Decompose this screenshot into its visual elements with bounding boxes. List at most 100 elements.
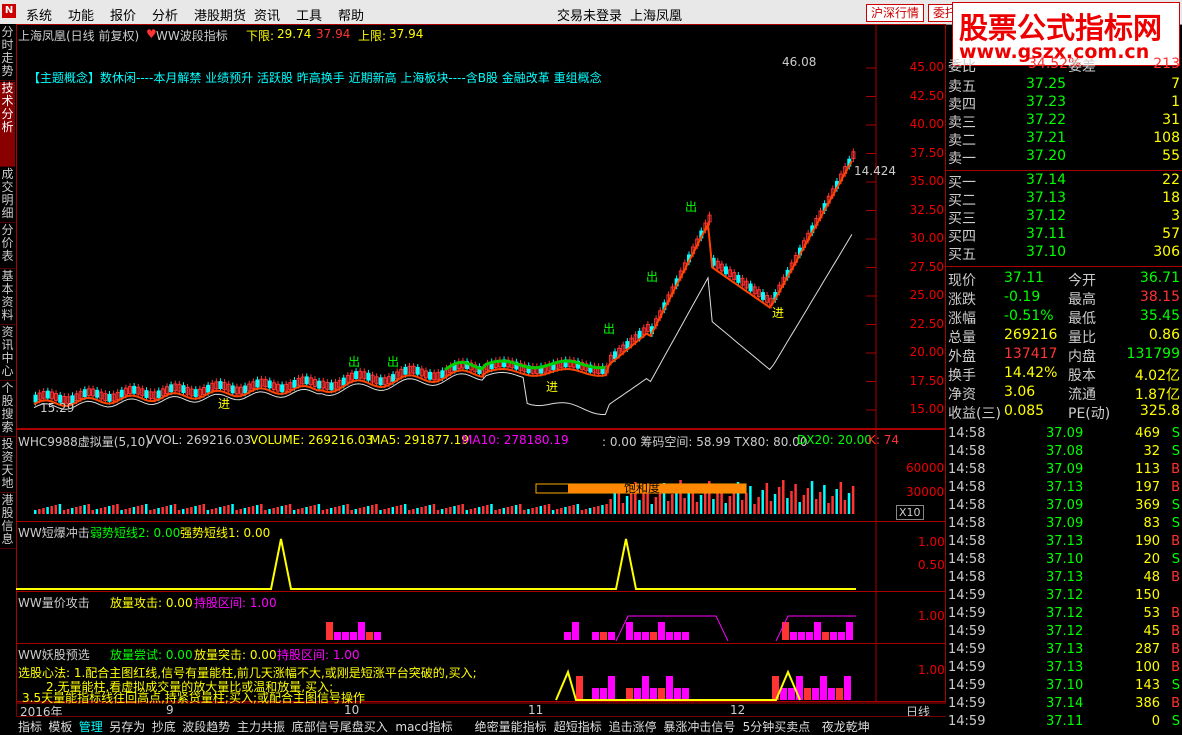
volume-bar bbox=[790, 491, 793, 514]
panel2-axis-1: 1.00 bbox=[918, 535, 945, 549]
volume-bar bbox=[740, 500, 744, 514]
menu-tools[interactable]: 工具 bbox=[296, 5, 322, 24]
tab-price-table[interactable]: 分价表 bbox=[0, 224, 15, 269]
menu-analysis[interactable]: 分析 bbox=[152, 5, 178, 24]
volume-bar bbox=[666, 501, 670, 514]
bottom-tab[interactable]: 追击涨停 bbox=[609, 718, 657, 735]
menu-system[interactable]: 系统 bbox=[26, 5, 52, 24]
volume-bar bbox=[366, 506, 370, 514]
panel3-bar bbox=[846, 622, 853, 640]
bottom-tab[interactable]: 波段趋势 bbox=[182, 718, 230, 735]
panel3-bar bbox=[358, 622, 365, 640]
volume-bar bbox=[843, 500, 847, 514]
tab-intraday[interactable]: 分时走势 bbox=[0, 26, 15, 81]
volume-bar bbox=[481, 506, 485, 514]
bottom-tab[interactable]: 另存为 bbox=[109, 718, 145, 735]
tab-trades[interactable]: 成交明细 bbox=[0, 168, 15, 223]
tick-row: 14:58 37.09 469 S bbox=[946, 426, 1182, 444]
bottom-tab[interactable]: 5分钟买卖点 bbox=[743, 718, 811, 735]
menu-function[interactable]: 功能 bbox=[68, 5, 94, 24]
volume-bar bbox=[728, 496, 732, 514]
quote-row: 买二 37.13 18 bbox=[946, 190, 1182, 209]
quote-stat-row: 外盘 137417 内盘 131799 bbox=[946, 346, 1182, 365]
quote-top-row: 委比 34.52% 委差 213 bbox=[946, 56, 1182, 75]
high-price-mark: 46.08 bbox=[782, 55, 817, 69]
menu-hk-futures[interactable]: 港股期货 bbox=[194, 5, 246, 24]
vol-axis-60000: 60000 bbox=[906, 461, 945, 475]
volume-bar bbox=[157, 508, 160, 514]
candle-body bbox=[218, 381, 223, 389]
candle-body bbox=[428, 371, 433, 380]
candle-body bbox=[243, 385, 248, 394]
volume-bar bbox=[297, 509, 300, 514]
tick-row: 14:58 37.08 32 S bbox=[946, 444, 1182, 462]
volume-bar bbox=[354, 509, 358, 514]
bottom-tab[interactable]: 底部信号尾盘买入 bbox=[292, 718, 388, 735]
menu-news[interactable]: 资讯 bbox=[254, 5, 280, 24]
volume-bar bbox=[568, 506, 571, 514]
quote-stat-cell: 14.42% bbox=[1004, 365, 1058, 381]
panel3-bar bbox=[626, 622, 633, 640]
volume-bar bbox=[346, 504, 349, 514]
price-axis-label: 35.00 bbox=[909, 174, 944, 188]
tick-row: 14:59 37.13 287 B bbox=[946, 642, 1182, 660]
tab-hk-info[interactable]: 港股信息 bbox=[0, 494, 15, 549]
quote-stat-cell: -0.51% bbox=[1004, 308, 1054, 324]
price-axis-label: 45.00 bbox=[909, 60, 944, 74]
sh-sz-market-button[interactable]: 沪深行情 bbox=[866, 4, 925, 22]
panel3-bar bbox=[572, 622, 579, 640]
tab-stock-search[interactable]: 个股搜索 bbox=[0, 382, 15, 437]
volume-bar bbox=[325, 509, 329, 514]
panel4-break: 放量突击: 0.00 bbox=[194, 648, 277, 662]
indicator-name[interactable]: WW波段指标 bbox=[156, 27, 228, 44]
quote-cell: 卖三 bbox=[948, 115, 976, 131]
vol-name: WHC9988虚拟量(5,10) bbox=[18, 435, 150, 449]
bottom-tab[interactable]: 指标 bbox=[18, 718, 42, 735]
menu-help[interactable]: 帮助 bbox=[338, 5, 364, 24]
volume-bar bbox=[576, 504, 580, 514]
quote-cell: 18 bbox=[1162, 190, 1180, 206]
quote-cell: 买一 bbox=[948, 175, 976, 191]
volume-bar bbox=[375, 504, 378, 514]
volume-bar bbox=[613, 492, 617, 514]
tick-cell: 37.13 bbox=[1046, 570, 1084, 585]
chart-area[interactable] bbox=[16, 24, 946, 716]
bottom-tab[interactable]: 超短指标 bbox=[554, 718, 602, 735]
bottom-tab[interactable]: 暴涨冲击信号 bbox=[663, 718, 735, 735]
concept-text: 【主题概念】数休闲----本月解禁 业绩预升 活跃股 昨高换手 近期新高 上海板… bbox=[28, 71, 602, 85]
bottom-tab[interactable]: 绝密量能指标 bbox=[475, 718, 547, 735]
volume-bar bbox=[687, 491, 690, 514]
tick-cell: 469 bbox=[1135, 426, 1160, 441]
volume-bar bbox=[851, 486, 855, 514]
menu-quote[interactable]: 报价 bbox=[110, 5, 136, 24]
bottom-tab[interactable]: 抄底 bbox=[152, 718, 176, 735]
bottom-tab[interactable]: 主力共振 bbox=[237, 718, 285, 735]
candle-body bbox=[415, 366, 420, 375]
bottom-tab[interactable]: 模板 bbox=[48, 718, 72, 735]
tab-basic-info[interactable]: 基本资料 bbox=[0, 270, 15, 325]
panel4-try: 放量尝试: 0.00 bbox=[110, 648, 193, 662]
volume-bar bbox=[671, 494, 674, 514]
bottom-tab[interactable]: macd指标 bbox=[395, 718, 452, 735]
tab-technical[interactable]: 技术分析 bbox=[0, 82, 15, 167]
signal-out-3: 出 bbox=[603, 322, 616, 336]
quote-stat-cell: 35.45 bbox=[1139, 308, 1180, 324]
tab-news-center[interactable]: 资讯中心 bbox=[0, 326, 15, 381]
volume-bar bbox=[128, 508, 132, 514]
quote-stat-cell: 36.71 bbox=[1139, 270, 1180, 286]
bottom-tab[interactable]: 管理 bbox=[79, 718, 103, 735]
panel3-bar bbox=[342, 632, 349, 640]
tick-cell: 14:59 bbox=[948, 642, 986, 657]
volume-bar bbox=[34, 510, 37, 514]
upper-label: 上限: bbox=[358, 29, 387, 43]
volume-bar bbox=[584, 509, 588, 514]
bottom-tab[interactable]: 夜龙乾坤 bbox=[822, 718, 870, 735]
tab-invest-world[interactable]: 投资天地 bbox=[0, 438, 15, 493]
panel3-bar bbox=[674, 632, 681, 640]
volume-bar bbox=[112, 505, 115, 514]
quote-stat-cell: PE(动) bbox=[1068, 406, 1111, 422]
quote-cell: 37.11 bbox=[1026, 226, 1067, 242]
tick-row: 14:59 37.12 45 B bbox=[946, 624, 1182, 642]
tick-cell: S bbox=[1171, 678, 1180, 693]
tick-cell: 14:58 bbox=[948, 444, 986, 459]
